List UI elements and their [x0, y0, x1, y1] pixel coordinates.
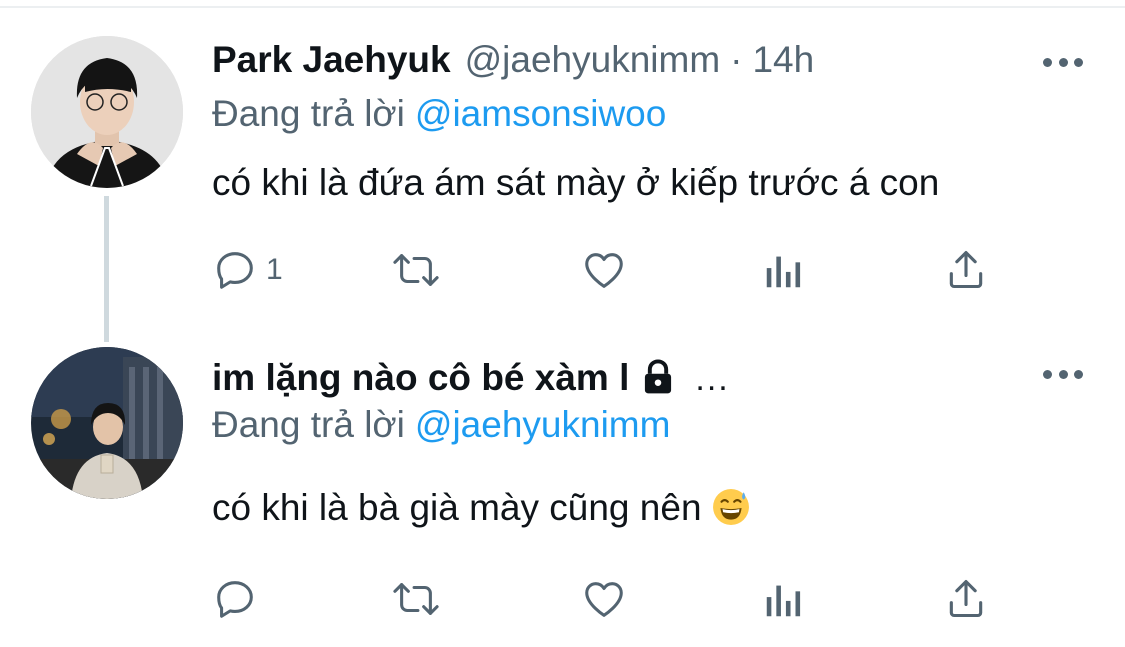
tweet-text: có khi là bà già mày cũng nên: [212, 486, 750, 536]
replying-label: Đang trả lời: [212, 404, 405, 445]
tweet-header: im lặng nào cô bé xàm l ...: [212, 354, 730, 401]
more-icon[interactable]: [1043, 368, 1083, 380]
divider: [0, 6, 1125, 8]
separator-dot: ·: [730, 39, 743, 80]
share-button[interactable]: [944, 574, 988, 624]
tweet-thread: Park Jaehyuk @jaehyuknimm · 14h Đang trả…: [0, 0, 1125, 647]
tweet-text: có khi là đứa ám sát mày ở kiếp trước á …: [212, 162, 940, 203]
timestamp[interactable]: 14h: [752, 38, 814, 82]
heart-icon: [585, 582, 623, 617]
tweet-header: Park Jaehyuk @jaehyuknimm · 14h: [212, 38, 814, 82]
grinning-face-with-sweat-icon: [712, 488, 750, 536]
avatar[interactable]: [31, 36, 183, 188]
more-icon[interactable]: [1043, 56, 1083, 68]
reply-button[interactable]: [212, 574, 258, 624]
share-button[interactable]: [944, 245, 988, 295]
avatar[interactable]: [31, 347, 183, 499]
retweet-button[interactable]: [388, 574, 444, 624]
like-button[interactable]: [580, 574, 628, 624]
retweet-button[interactable]: [388, 245, 444, 295]
share-icon: [949, 580, 983, 618]
retweet-icon: [393, 254, 439, 286]
analytics-icon: [766, 585, 801, 617]
replying-label: Đang trả lời: [212, 93, 405, 134]
tweet-text-content: có khi là bà già mày cũng nên: [212, 487, 702, 528]
username[interactable]: @jaehyuknimm: [465, 38, 721, 82]
display-name[interactable]: Park Jaehyuk: [212, 38, 451, 82]
analytics-icon: [766, 256, 801, 288]
share-icon: [949, 251, 983, 289]
reply-count: 1: [266, 253, 283, 286]
retweet-icon: [393, 583, 439, 615]
action-bar: 1: [212, 245, 992, 295]
like-button[interactable]: [580, 245, 628, 295]
analytics-button[interactable]: [764, 245, 804, 295]
display-name[interactable]: im lặng nào cô bé xàm l: [212, 356, 629, 400]
reply-icon: [217, 581, 253, 618]
heart-icon: [585, 253, 623, 288]
analytics-button[interactable]: [764, 574, 804, 624]
lock-icon: [641, 359, 675, 405]
reply-icon: [217, 252, 253, 289]
replying-to: Đang trả lời @iamsonsiwoo: [212, 92, 666, 136]
name-truncation: ...: [695, 360, 730, 398]
mention-link[interactable]: @iamsonsiwoo: [415, 93, 666, 134]
thread-connector-line: [104, 196, 109, 342]
mention-link[interactable]: @jaehyuknimm: [415, 404, 671, 445]
action-bar: [212, 574, 992, 624]
replying-to: Đang trả lời @jaehyuknimm: [212, 403, 670, 447]
reply-button[interactable]: 1: [212, 245, 283, 295]
